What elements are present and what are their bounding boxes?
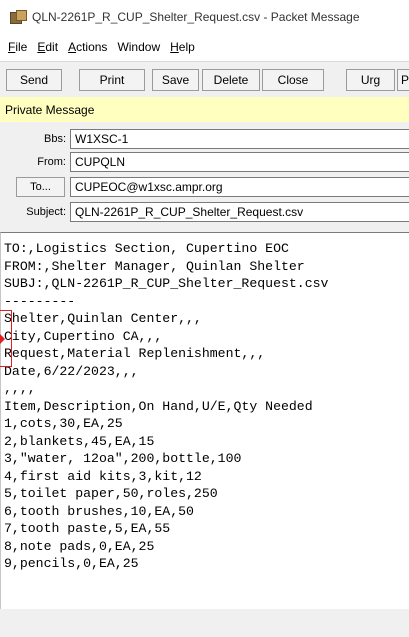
message-body[interactable]: TO:,Logistics Section, Cupertino EOC FRO… [0,232,409,609]
to-row: To... CUPEOC@w1xsc.ampr.org [0,177,409,199]
body-line: Date,6/22/2023,,, [4,363,139,379]
body-line: ,,,, [4,381,36,396]
body-line: Shelter,Quinlan Center,,, [4,311,202,326]
toolbar: Send Print Save Delete Close Urg Pv [0,61,409,98]
bbs-row: Bbs: W1XSC-1 [0,129,409,151]
body-line: 8,note pads,0,EA,25 [4,538,155,554]
urgent-button[interactable]: Urg [346,69,395,91]
bbs-label: Bbs: [43,133,66,145]
body-line: City,Cupertino CA,,, [4,328,163,344]
save-button[interactable]: Save [152,69,199,91]
menu-help[interactable]: Help [165,40,200,54]
packet-message-app-icon [10,10,27,24]
window-title: QLN-2261P_R_CUP_Shelter_Request.csv - Pa… [32,10,360,24]
message-type-label: Private Message [5,102,95,117]
menu-bar: File Edit Actions Window Help [0,34,409,60]
bbs-field[interactable]: W1XSC-1 [70,129,409,149]
body-line: --------- [4,293,76,309]
body-line: TO:,Logistics Section, Cupertino EOC [4,241,289,256]
annotation-arrow-icon [0,334,5,344]
menu-actions[interactable]: Actions [63,40,112,54]
from-row: From: CUPQLN [0,152,409,174]
pv-button[interactable]: Pv [397,69,409,91]
body-line: SUBJ:,QLN-2261P_R_CUP_Shelter_Request.cs… [4,276,329,291]
body-line: 5,toilet paper,50,roles,250 [4,486,218,501]
print-button[interactable]: Print [79,69,145,91]
subject-field[interactable]: QLN-2261P_R_CUP_Shelter_Request.csv [70,202,409,222]
status-bar [0,609,409,637]
body-line: Request,Material Replenishment,,, [4,346,266,361]
to-field[interactable]: CUPEOC@w1xsc.ampr.org [70,177,409,197]
to-button[interactable]: To... [16,177,65,197]
delete-button[interactable]: Delete [202,69,260,91]
subject-row: Subject: QLN-2261P_R_CUP_Shelter_Request… [0,202,409,224]
message-body-text: TO:,Logistics Section, Cupertino EOC FRO… [1,233,409,573]
message-type-bar: Private Message [0,97,409,123]
body-line: 9,pencils,0,EA,25 [4,556,139,571]
from-label: From: [37,156,66,168]
title-bar: QLN-2261P_R_CUP_Shelter_Request.csv - Pa… [0,0,409,34]
body-line: 1,cots,30,EA,25 [4,416,123,431]
close-button[interactable]: Close [262,69,324,91]
from-field[interactable]: CUPQLN [70,152,409,172]
subject-label: Subject: [26,206,66,218]
body-line: 4,first aid kits,3,kit,12 [4,468,202,484]
send-button[interactable]: Send [6,69,62,91]
body-line: 2,blankets,45,EA,15 [4,433,155,449]
body-line: 7,tooth paste,5,EA,55 [4,521,171,536]
body-line: FROM:,Shelter Manager, Quinlan Shelter [4,258,305,274]
body-line: Item,Description,On Hand,U/E,Qty Needed [4,398,313,414]
body-line: 3,"water, 12oa",200,bottle,100 [4,451,242,466]
menu-edit[interactable]: Edit [32,40,63,54]
header-fields: Bbs: W1XSC-1 From: CUPQLN To... CUPEOC@w… [0,122,409,232]
body-line: 6,tooth brushes,10,EA,50 [4,503,194,519]
menu-window[interactable]: Window [112,40,165,54]
menu-file[interactable]: File [3,40,32,54]
